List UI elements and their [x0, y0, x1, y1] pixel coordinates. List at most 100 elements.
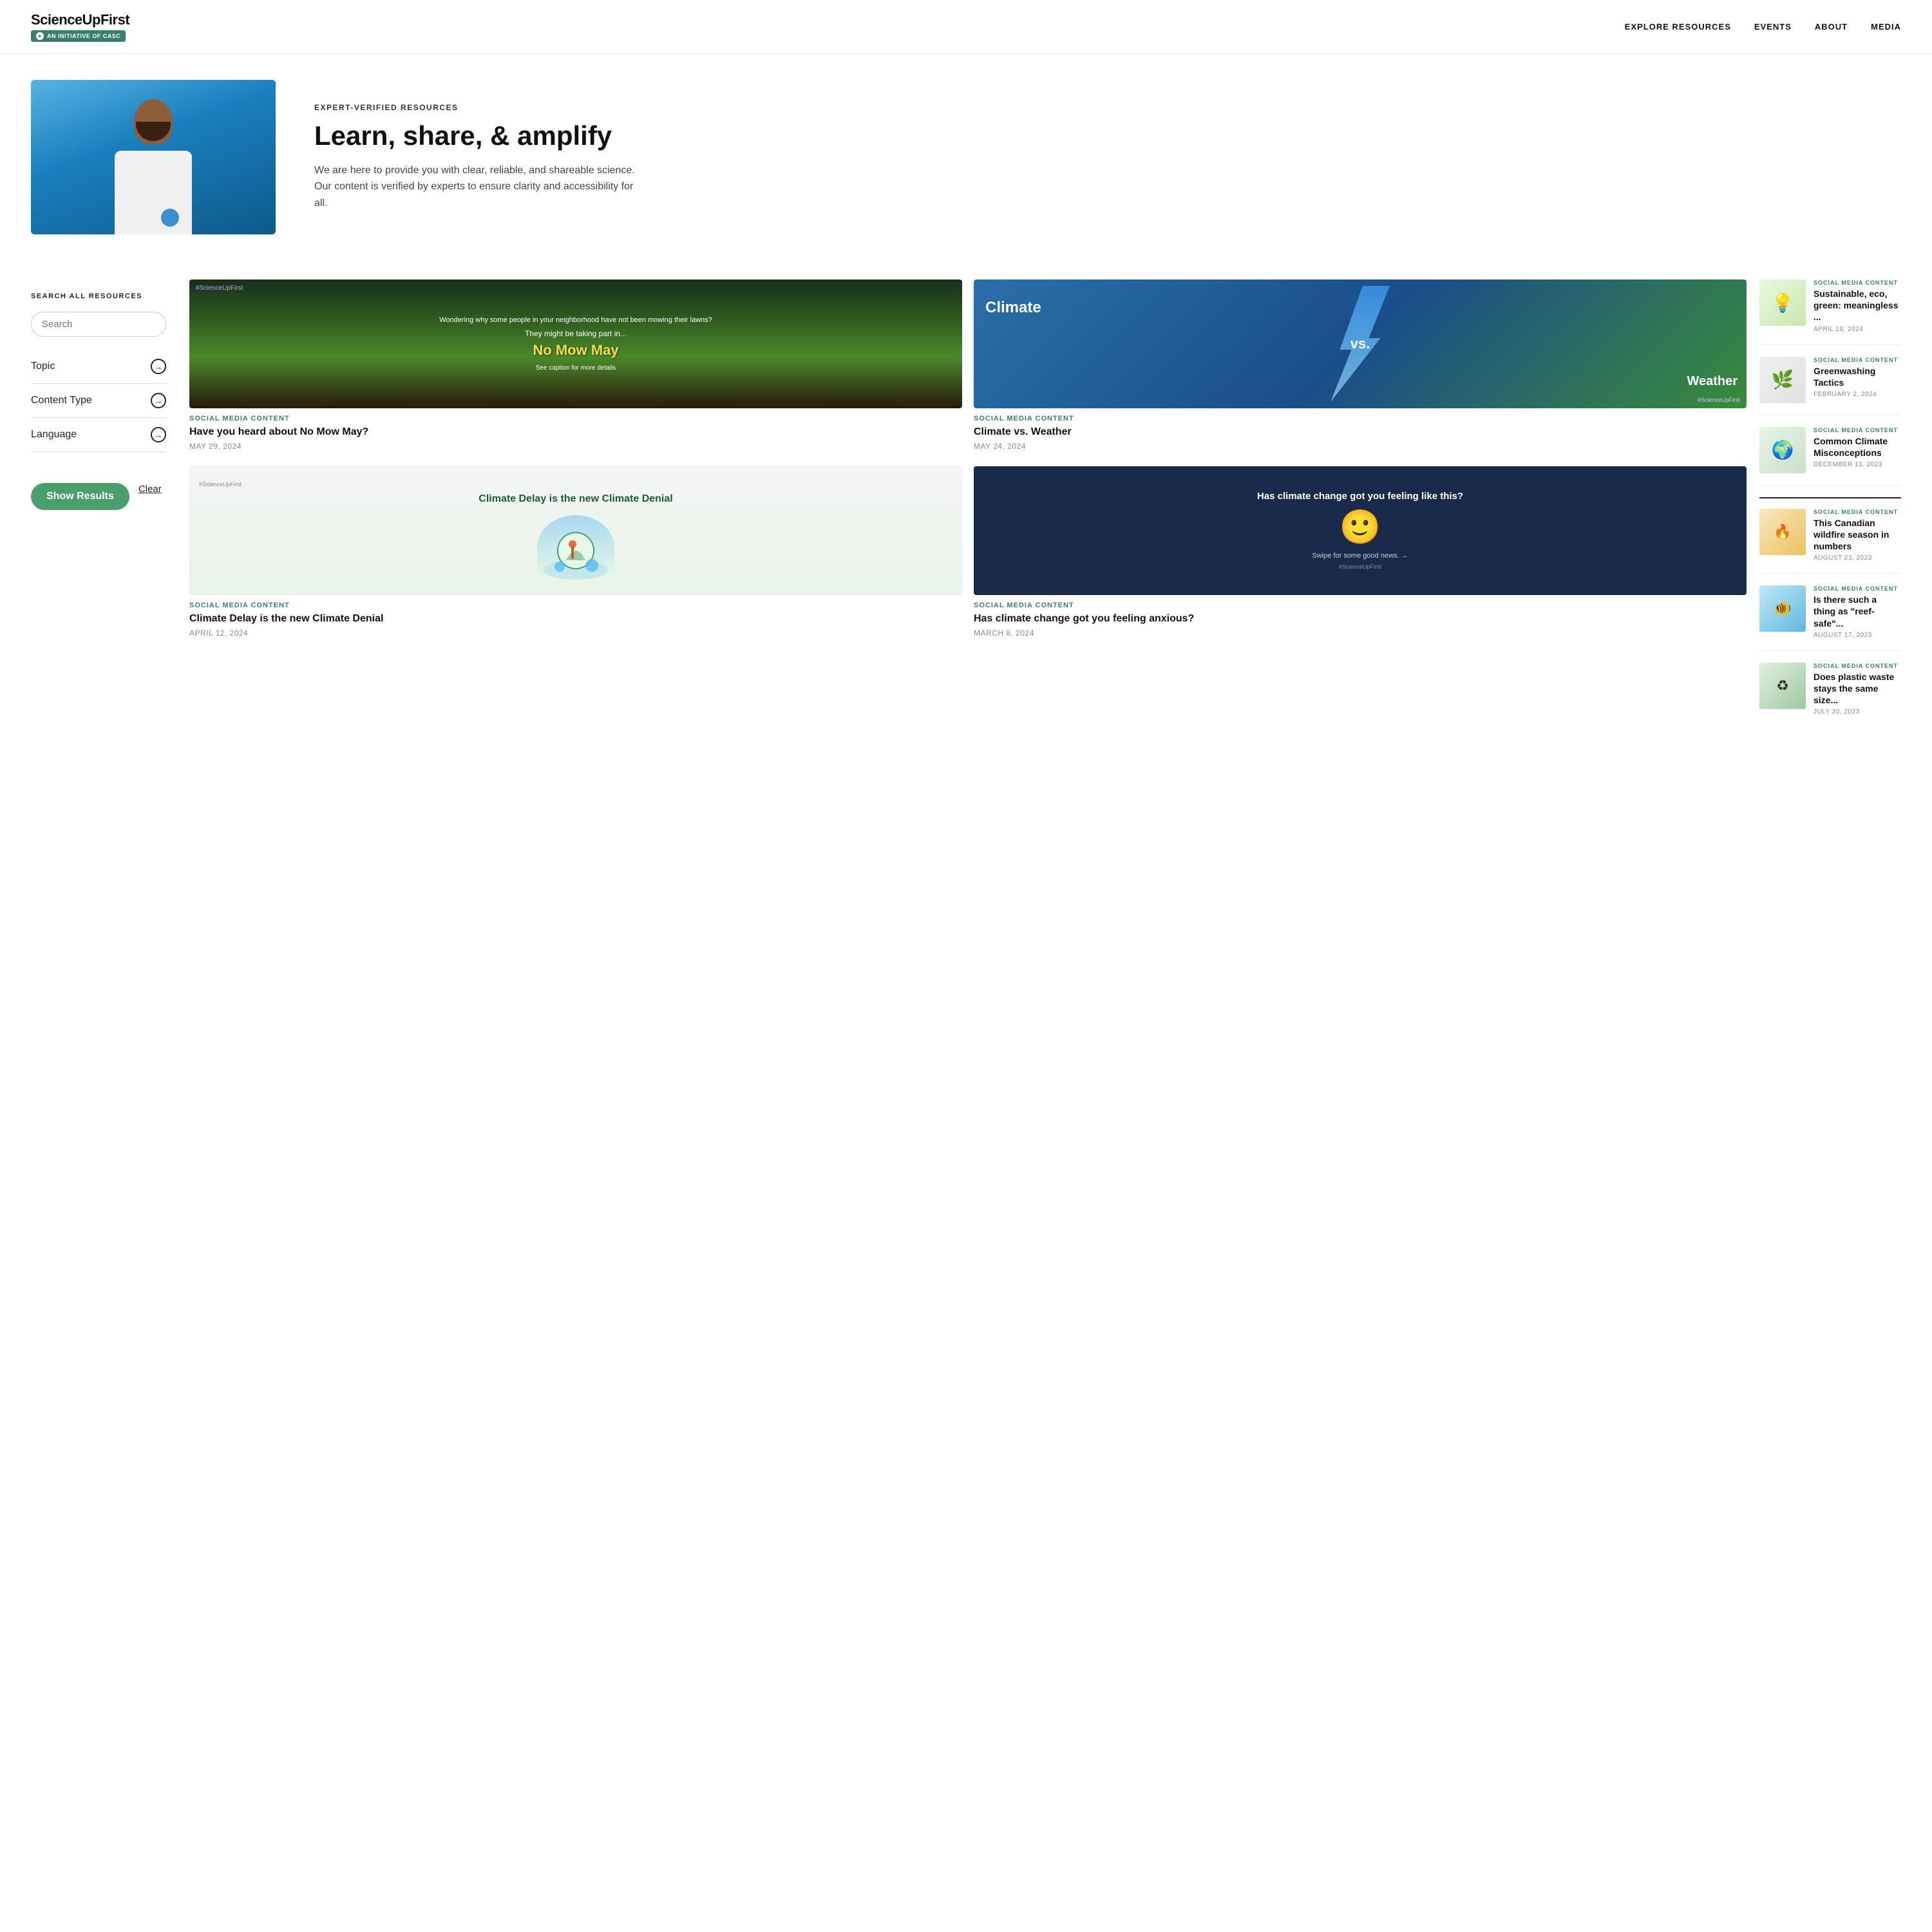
delay-card-title[interactable]: Climate Delay is the new Climate Denial	[189, 612, 962, 626]
sidebar-cards: 💡 SOCIAL MEDIA CONTENT Sustainable, eco,…	[1759, 279, 1901, 739]
greenwash-tag: SOCIAL MEDIA CONTENT	[1814, 357, 1901, 363]
wildfire-tag: SOCIAL MEDIA CONTENT	[1814, 509, 1901, 515]
plastic-image[interactable]: ♻	[1759, 663, 1806, 709]
card-emoji-image[interactable]: Has climate change got you feeling like …	[974, 466, 1747, 595]
nav-explore[interactable]: EXPLORE RESOURCES	[1625, 22, 1731, 32]
card-climate-image[interactable]: Climate vs. Weather #ScienceUpFirst	[974, 279, 1747, 408]
filter-topic-expand-icon: →	[151, 359, 166, 374]
emoji-card-tag: SOCIAL MEDIA CONTENT	[974, 601, 1747, 609]
greenwash-date: FEBRUARY 2, 2024	[1814, 391, 1901, 398]
plastic-tag: SOCIAL MEDIA CONTENT	[1814, 663, 1901, 669]
card-emoji: Has climate change got you feeling like …	[974, 466, 1747, 638]
filter-language-label: Language	[31, 429, 77, 440]
wildfire-image[interactable]: 🔥	[1759, 509, 1806, 555]
sustainable-title[interactable]: Sustainable, eco, green: meaningless ...	[1814, 288, 1901, 323]
emoji-card-date: MARCH 8, 2024	[974, 629, 1747, 638]
nomow-top-text: Wondering why some people in your neighb…	[439, 316, 712, 324]
side-card-greenwash: 🌿 SOCIAL MEDIA CONTENT Greenwashing Tact…	[1759, 357, 1901, 415]
climate-vs-label: vs.	[1350, 336, 1370, 352]
filter-content-type-label: Content Type	[31, 395, 92, 406]
greenwash-image[interactable]: 🌿	[1759, 357, 1806, 403]
scientist-coat	[115, 151, 192, 234]
sustainable-body: SOCIAL MEDIA CONTENT Sustainable, eco, g…	[1814, 279, 1901, 333]
sidebar: SEARCH ALL RESOURCES Topic → Content Typ…	[31, 273, 166, 739]
reef-body: SOCIAL MEDIA CONTENT Is there such a thi…	[1814, 585, 1901, 639]
sidebar-actions: Show Results Clear	[31, 468, 166, 510]
card-delay: #ScienceUpFirst Climate Delay is the new…	[189, 466, 962, 638]
reef-image[interactable]: 🐠	[1759, 585, 1806, 632]
sidebar-title: SEARCH ALL RESOURCES	[31, 292, 166, 300]
delay-illustration	[537, 515, 614, 580]
hero-section: EXPERT-VERIFIED RESOURCES Learn, share, …	[0, 54, 1932, 260]
hero-text: EXPERT-VERIFIED RESOURCES Learn, share, …	[314, 103, 1901, 212]
reef-title[interactable]: Is there such a thing as "reef-safe"...	[1814, 594, 1901, 629]
main-content: SEARCH ALL RESOURCES Topic → Content Typ…	[0, 273, 1932, 739]
nav-about[interactable]: ABOUT	[1815, 22, 1848, 32]
greenwash-title[interactable]: Greenwashing Tactics	[1814, 365, 1901, 388]
climate-card-tag: SOCIAL MEDIA CONTENT	[974, 415, 1747, 422]
reef-date: AUGUST 17, 2023	[1814, 632, 1901, 639]
nav-events[interactable]: EVENTS	[1754, 22, 1792, 32]
greenwash-body: SOCIAL MEDIA CONTENT Greenwashing Tactic…	[1814, 357, 1901, 403]
climate-right-label: Weather	[1687, 374, 1738, 389]
main-cards-grid: #ScienceUpFirst Wondering why some peopl…	[189, 279, 1747, 739]
filter-language-expand-icon: →	[151, 427, 166, 442]
climate-card-title[interactable]: Climate vs. Weather	[974, 426, 1747, 439]
delay-img-title: Climate Delay is the new Climate Denial	[478, 493, 672, 506]
plastic-date: JULY 20, 2023	[1814, 708, 1901, 715]
wildfire-title[interactable]: This Canadian wildfire season in numbers	[1814, 517, 1901, 553]
plastic-title[interactable]: Does plastic waste stays the same size..…	[1814, 671, 1901, 706]
card-delay-image[interactable]: #ScienceUpFirst Climate Delay is the new…	[189, 466, 962, 595]
scientist-illustration	[31, 80, 276, 234]
filter-topic[interactable]: Topic →	[31, 350, 166, 384]
search-wrap	[31, 312, 166, 337]
scientist-head	[134, 99, 173, 144]
side-card-misconceptions: 🌍 SOCIAL MEDIA CONTENT Common Climate Mi…	[1759, 427, 1901, 486]
nomow-sub: See caption for more details	[536, 365, 616, 372]
emoji-face: 🙂	[1340, 511, 1381, 544]
wildfire-body: SOCIAL MEDIA CONTENT This Canadian wildf…	[1814, 509, 1901, 562]
sustainable-image[interactable]: 💡	[1759, 279, 1806, 326]
emoji-card-title[interactable]: Has climate change got you feeling anxio…	[974, 612, 1747, 626]
nomow-card-tag: SOCIAL MEDIA CONTENT	[189, 415, 962, 422]
nomow-card-date: MAY 29, 2024	[189, 442, 962, 451]
side-card-plastic: ♻ SOCIAL MEDIA CONTENT Does plastic wast…	[1759, 663, 1901, 728]
emoji-hashtag: #ScienceUpFirst	[1339, 564, 1381, 570]
hero-description: We are here to provide you with clear, r…	[314, 162, 636, 212]
hero-eyebrow: EXPERT-VERIFIED RESOURCES	[314, 103, 1901, 112]
scientist-hand	[161, 209, 179, 227]
emoji-text: Has climate change got you feeling like …	[1257, 491, 1463, 502]
delay-card-tag: SOCIAL MEDIA CONTENT	[189, 601, 962, 609]
filter-content-type[interactable]: Content Type →	[31, 384, 166, 418]
nomow-title: No Mow May	[533, 342, 618, 359]
filter-language[interactable]: Language →	[31, 418, 166, 452]
clear-button[interactable]: Clear	[138, 484, 162, 495]
show-results-button[interactable]: Show Results	[31, 483, 129, 510]
sustainable-tag: SOCIAL MEDIA CONTENT	[1814, 279, 1901, 286]
card-nomow-image[interactable]: #ScienceUpFirst Wondering why some peopl…	[189, 279, 962, 408]
side-card-sustainable: 💡 SOCIAL MEDIA CONTENT Sustainable, eco,…	[1759, 279, 1901, 345]
delay-hashtag: #ScienceUpFirst	[199, 481, 242, 488]
search-input[interactable]	[31, 312, 166, 337]
casc-icon: ✦	[36, 32, 44, 40]
hero-title: Learn, share, & amplify	[314, 121, 1901, 151]
cards-row-1: #ScienceUpFirst Wondering why some peopl…	[189, 279, 1747, 451]
scientist-beard	[136, 122, 171, 141]
filter-content-type-expand-icon: →	[151, 393, 166, 408]
divider	[1759, 497, 1901, 498]
nomow-mid-text: They might be taking part in...	[525, 329, 627, 338]
misconceptions-image[interactable]: 🌍	[1759, 427, 1806, 473]
card-climate-weather: Climate vs. Weather #ScienceUpFirst SOCI…	[974, 279, 1747, 451]
nomow-card-title[interactable]: Have you heard about No Mow May?	[189, 426, 962, 439]
climate-left-label: Climate	[985, 299, 1041, 317]
side-card-wildfire: 🔥 SOCIAL MEDIA CONTENT This Canadian wil…	[1759, 509, 1901, 574]
nav-media[interactable]: MEDIA	[1871, 22, 1901, 32]
cards-row-2: #ScienceUpFirst Climate Delay is the new…	[189, 466, 1747, 638]
misconceptions-title[interactable]: Common Climate Misconceptions	[1814, 435, 1901, 459]
delay-card-date: APRIL 12, 2024	[189, 629, 962, 638]
hero-image	[31, 80, 276, 234]
results-area: #ScienceUpFirst Wondering why some peopl…	[166, 273, 1901, 739]
logo-badge: ✦ AN INITIATIVE OF CASC	[31, 30, 126, 42]
scientist-figure	[95, 93, 211, 234]
emoji-swipe: Swipe for some good news. →	[1312, 552, 1408, 560]
